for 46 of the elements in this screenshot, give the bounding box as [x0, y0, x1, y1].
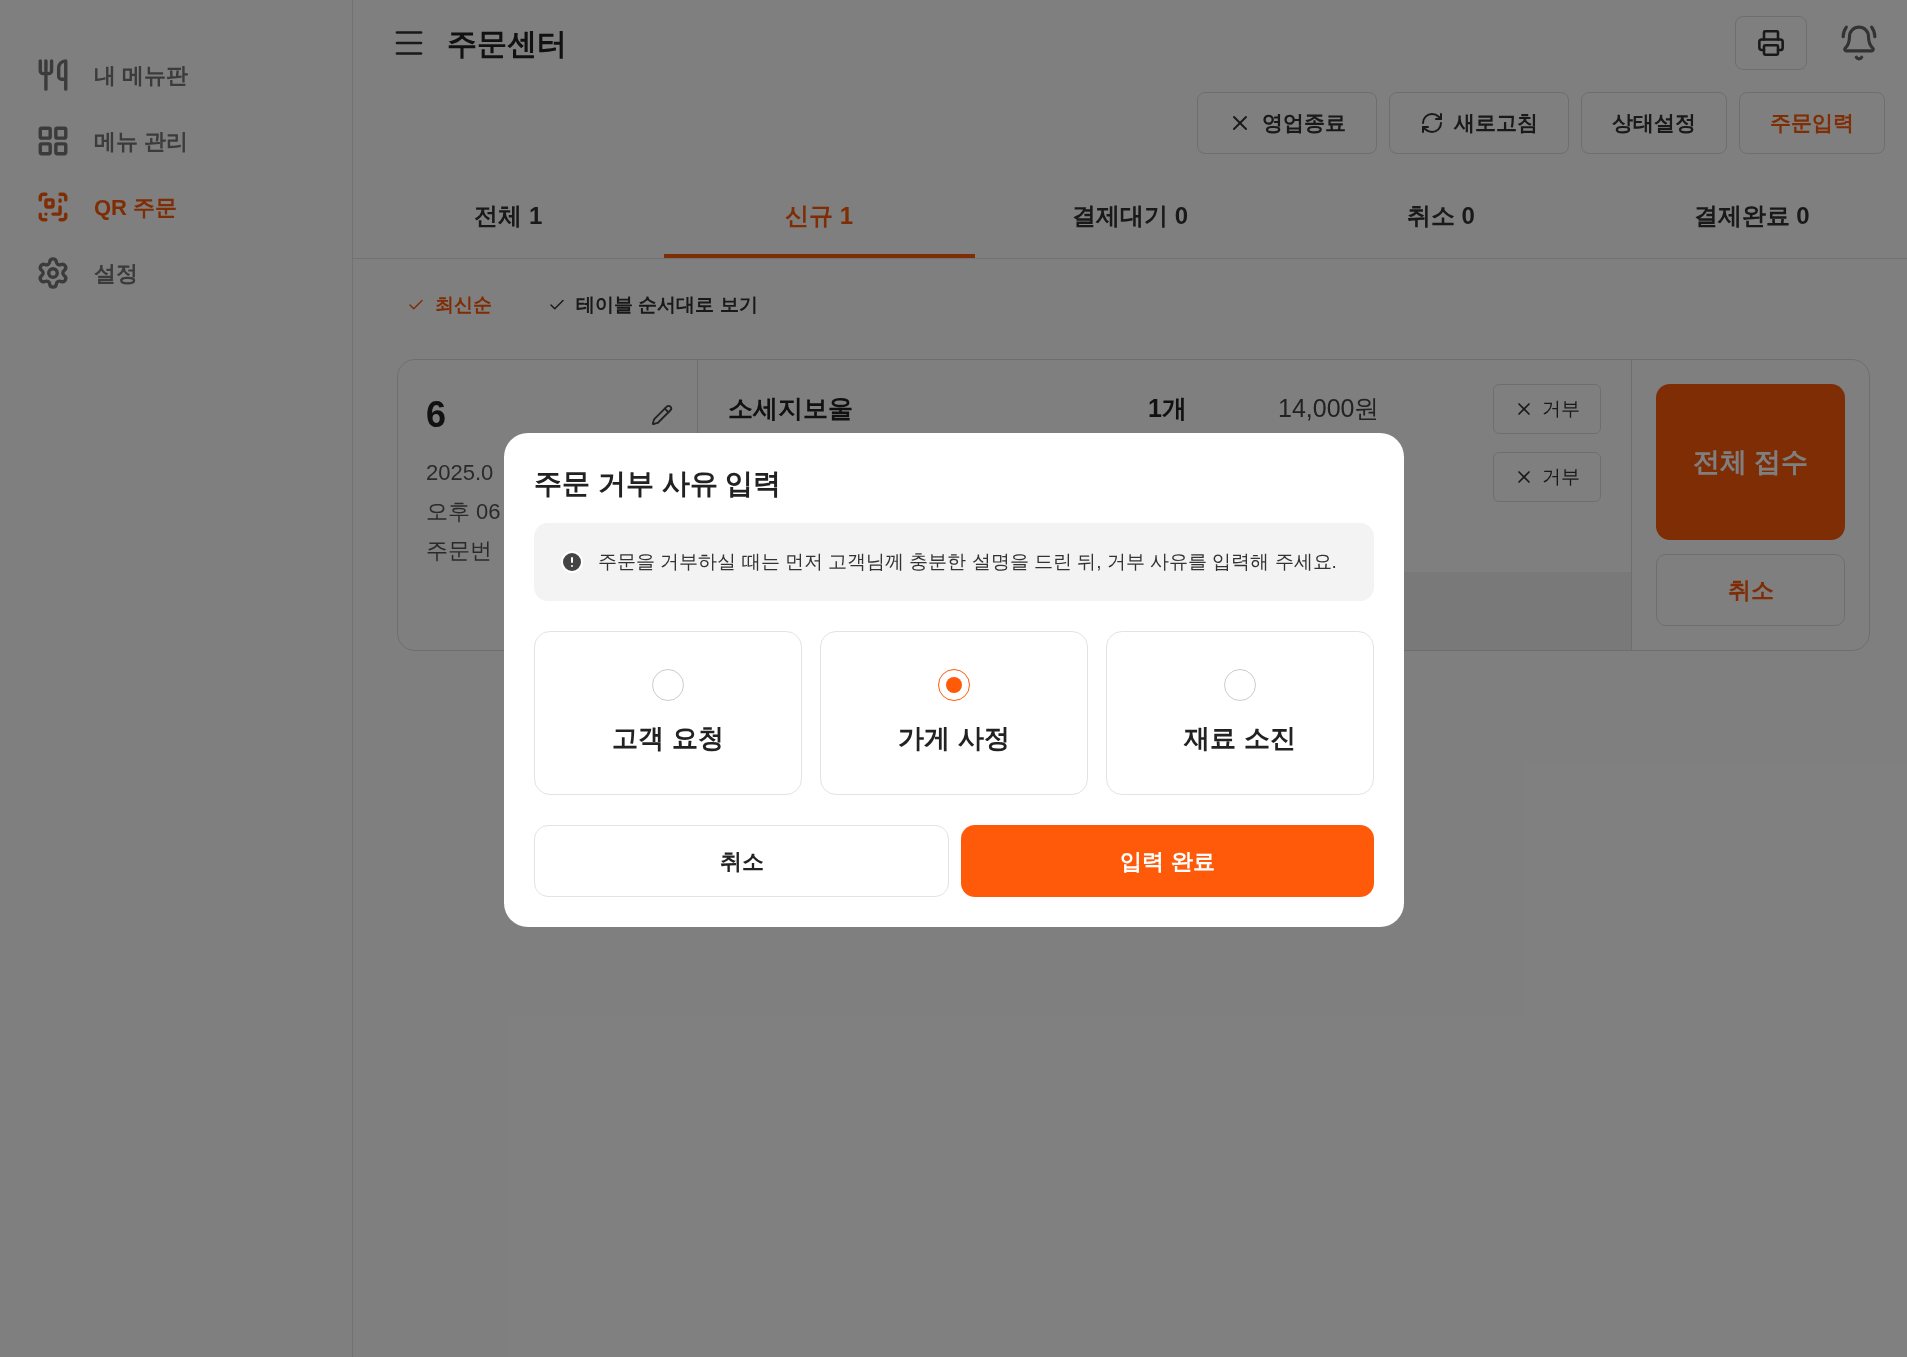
grid-icon: [36, 124, 70, 158]
sidebar-item[interactable]: 설정: [36, 253, 352, 293]
toolbar-button[interactable]: 주문입력: [1739, 92, 1885, 154]
tab[interactable]: 결제완료 0: [1596, 178, 1907, 258]
table-number: 6: [426, 393, 447, 437]
toolbar-button[interactable]: 상태설정: [1581, 92, 1727, 154]
dialog-title: 주문 거부 사유 입력: [534, 467, 783, 501]
order-time: 오후 06: [426, 498, 501, 526]
toolbar-button[interactable]: 새로고침: [1389, 92, 1569, 154]
sidebar-item[interactable]: QR 주문: [36, 187, 352, 227]
reason-option[interactable]: 가게 사정: [820, 631, 1088, 795]
cancel-button[interactable]: 취소: [1656, 554, 1845, 626]
item-price: 14,000원: [1278, 393, 1380, 425]
print-button[interactable]: [1735, 16, 1807, 70]
reject-button[interactable]: 거부: [1493, 384, 1601, 434]
qr-code-icon: [36, 190, 70, 224]
option-label: 가게 사정: [898, 721, 1010, 755]
cancel-button[interactable]: 취소: [534, 825, 949, 897]
page-title: 주문센터: [447, 25, 567, 62]
confirm-button[interactable]: 입력 완료: [961, 825, 1374, 897]
order-number: 주문번: [426, 537, 492, 565]
tab[interactable]: 결제대기 0: [974, 178, 1286, 258]
option-label: 고객 요청: [612, 721, 724, 755]
settings-icon: [36, 256, 70, 290]
printer-icon: [1757, 29, 1785, 57]
sidebar-item[interactable]: 내 메뉴판: [36, 55, 352, 95]
alert-icon: [560, 550, 584, 574]
sidebar-item[interactable]: 메뉴 관리: [36, 121, 352, 161]
reason-option[interactable]: 재료 소진: [1106, 631, 1374, 795]
tab[interactable]: 신규 1: [663, 178, 975, 258]
sort-option[interactable]: 최신순: [407, 290, 492, 320]
pencil-icon[interactable]: [651, 404, 673, 426]
notice-text: 주문을 거부하실 때는 먼저 고객님께 충분한 설명을 드린 뒤, 거부 사유를 입력해 주세요.: [598, 549, 1337, 574]
item-name: 소세지보울: [728, 393, 854, 425]
reject-button[interactable]: 거부: [1493, 452, 1601, 502]
order-date: 2025.0: [426, 459, 494, 487]
option-label: 재료 소진: [1184, 721, 1296, 755]
tab[interactable]: 취소 0: [1285, 178, 1597, 258]
accept-all-button[interactable]: 전체 접수: [1656, 384, 1845, 540]
tab[interactable]: 전체 1: [353, 178, 664, 258]
reason-option[interactable]: 고객 요청: [534, 631, 802, 795]
toolbar-button[interactable]: 영업종료: [1197, 92, 1377, 154]
sort-option[interactable]: 테이블 순서대로 보기: [548, 290, 758, 320]
item-quantity: 1개: [1148, 393, 1188, 425]
refresh-icon: [1420, 111, 1444, 135]
bell-icon: [1840, 24, 1878, 62]
